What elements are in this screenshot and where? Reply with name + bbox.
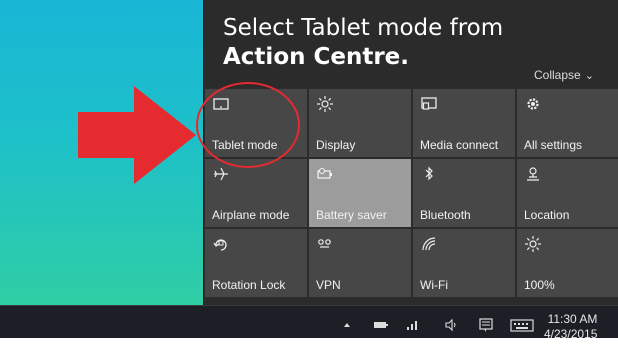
tile-label: Bluetooth [420, 208, 471, 222]
collapse-button[interactable]: Collapse ⌄ [534, 68, 594, 82]
tile-label: Media connect [420, 138, 499, 152]
instruction-line-2: Action Centre. [223, 44, 410, 70]
tile-label: Display [316, 138, 356, 152]
red-arrow-icon [78, 86, 196, 184]
rotation-lock-icon [213, 239, 227, 251]
network-icon[interactable] [404, 316, 422, 334]
gear-icon [527, 98, 539, 110]
tile-location[interactable]: Location [517, 159, 618, 227]
instruction-text: Select Tablet mode from Action Centre. [223, 14, 503, 72]
tile-wifi[interactable]: Wi-Fi [413, 229, 515, 297]
tile-bluetooth[interactable]: Bluetooth [413, 159, 515, 227]
tile-display[interactable]: Display [309, 89, 411, 157]
battery-icon[interactable] [372, 316, 390, 334]
tile-airplane-mode[interactable]: Airplane mode [205, 159, 307, 227]
volume-icon[interactable] [442, 316, 460, 334]
vpn-icon [318, 239, 331, 248]
collapse-label: Collapse [534, 68, 581, 82]
screen: Select Tablet mode from Action Centre. C… [0, 0, 618, 345]
tile-label: Location [524, 208, 570, 222]
location-icon [527, 167, 539, 181]
tile-all-settings[interactable]: All settings [517, 89, 618, 157]
chevron-up-icon[interactable] [338, 316, 356, 334]
clock-time: 11:30 AM [547, 312, 598, 326]
tile-label: 100% [524, 278, 555, 292]
tile-brightness[interactable]: 100% [517, 229, 618, 297]
tile-label: Airplane mode [212, 208, 290, 222]
tile-label: Wi-Fi [420, 278, 448, 292]
bluetooth-icon [425, 166, 433, 181]
tile-label: Rotation Lock [212, 278, 286, 292]
wifi-icon [422, 237, 436, 251]
tile-media-connect[interactable]: Media connect [413, 89, 515, 157]
tablet-mode-highlight-circle [196, 82, 300, 168]
tile-rotation-lock[interactable]: Rotation Lock [205, 229, 307, 297]
tile-battery-saver[interactable]: Battery saver [309, 159, 411, 227]
battery-saver-icon [317, 168, 332, 179]
keyboard-icon[interactable] [510, 316, 534, 334]
chevron-down-icon: ⌄ [584, 70, 594, 82]
brightness-icon [525, 236, 541, 252]
tile-label: All settings [524, 138, 583, 152]
media-connect-icon [421, 97, 437, 110]
tile-label: Battery saver [316, 208, 387, 222]
brightness-icon [317, 96, 333, 112]
tile-vpn[interactable]: VPN [309, 229, 411, 297]
tile-label: VPN [316, 278, 341, 292]
instruction-line-1: Select Tablet mode from [223, 15, 504, 41]
airplane-icon [214, 167, 228, 181]
image-border [0, 338, 618, 345]
action-centre-icon[interactable] [477, 316, 495, 334]
